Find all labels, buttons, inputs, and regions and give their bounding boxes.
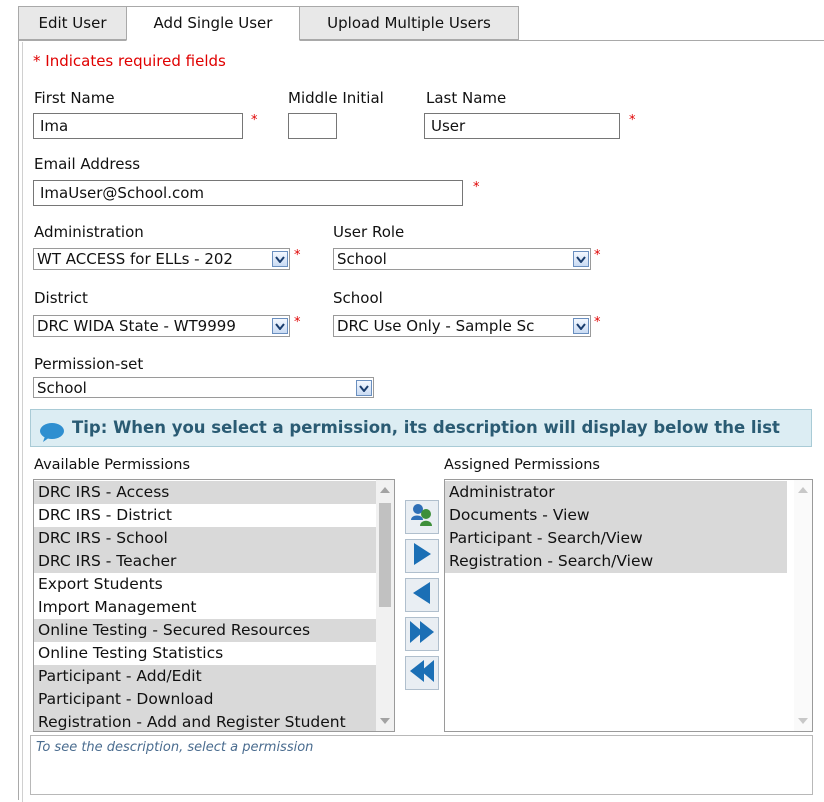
tab-edit-user[interactable]: Edit User <box>18 6 127 40</box>
assigned-list-scrollbar[interactable] <box>794 480 812 731</box>
list-item[interactable]: DRC IRS - District <box>34 504 394 527</box>
school-label: School <box>333 289 383 307</box>
chevron-down-icon[interactable] <box>272 318 288 334</box>
required-mark: * <box>594 248 601 263</box>
available-permissions-label: Available Permissions <box>34 457 191 473</box>
move-all-right-button[interactable] <box>405 617 439 651</box>
last-name-label: Last Name <box>426 89 507 107</box>
permission-set-label: Permission-set <box>34 355 144 373</box>
description-placeholder: To see the description, select a permiss… <box>36 740 314 755</box>
user-role-select-value: School <box>337 250 387 268</box>
scroll-down-arrow-icon[interactable] <box>380 718 390 724</box>
user-role-select[interactable]: School <box>333 248 591 270</box>
list-item[interactable]: Documents - View <box>445 504 787 527</box>
required-mark: * <box>294 248 301 263</box>
administration-label: Administration <box>34 223 144 241</box>
scroll-down-arrow-icon[interactable] <box>798 718 808 724</box>
email-label: Email Address <box>34 155 141 173</box>
first-name-label: First Name <box>34 89 115 107</box>
permission-set-select[interactable]: School <box>33 377 374 398</box>
list-item[interactable]: Registration - Search/View <box>445 550 787 573</box>
move-left-button[interactable] <box>405 578 439 612</box>
middle-initial-label: Middle Initial <box>288 89 384 107</box>
scroll-up-arrow-icon[interactable] <box>798 487 808 493</box>
tip-text: Tip: When you select a permission, its d… <box>72 418 780 437</box>
list-item[interactable]: Participant - Download <box>34 688 394 711</box>
list-item[interactable]: Administrator <box>445 481 787 504</box>
email-input[interactable] <box>33 180 463 206</box>
tab-add-single-user[interactable]: Add Single User <box>126 6 300 41</box>
first-name-input[interactable] <box>33 113 243 139</box>
scroll-up-arrow-icon[interactable] <box>380 487 390 493</box>
list-item[interactable]: Online Testing Statistics <box>34 642 394 665</box>
chevron-down-icon[interactable] <box>356 380 372 396</box>
double-arrow-left-icon <box>408 658 436 688</box>
list-item[interactable]: DRC IRS - Teacher <box>34 550 394 573</box>
last-name-input[interactable] <box>424 113 620 139</box>
assigned-permissions-label: Assigned Permissions <box>444 457 600 473</box>
district-select[interactable]: DRC WIDA State - WT9999 <box>33 315 290 337</box>
available-permissions-list[interactable]: DRC IRS - Access DRC IRS - District DRC … <box>33 479 395 732</box>
assigned-permissions-list[interactable]: Administrator Documents - View Participa… <box>444 479 813 732</box>
list-item[interactable]: Participant - Search/View <box>445 527 787 550</box>
list-item[interactable]: DRC IRS - School <box>34 527 394 550</box>
required-mark: * <box>473 180 480 195</box>
available-list-scrollbar[interactable] <box>376 480 394 731</box>
chevron-down-icon[interactable] <box>272 251 288 267</box>
list-item[interactable]: Online Testing - Secured Resources <box>34 619 394 642</box>
district-label: District <box>34 289 88 307</box>
chevron-down-icon[interactable] <box>573 251 589 267</box>
arrow-left-icon <box>411 580 433 610</box>
list-item[interactable]: Participant - Add/Edit <box>34 665 394 688</box>
list-item[interactable]: Export Students <box>34 573 394 596</box>
list-item[interactable]: Import Management <box>34 596 394 619</box>
list-item[interactable]: DRC IRS - Access <box>34 481 394 504</box>
move-all-left-button[interactable] <box>405 656 439 690</box>
add-group-button[interactable] <box>405 500 439 534</box>
add-group-icon <box>409 502 435 532</box>
required-mark: * <box>629 113 636 128</box>
required-fields-note: * Indicates required fields <box>33 52 226 70</box>
administration-select-value: WT ACCESS for ELLs - 202 <box>37 250 233 268</box>
district-select-value: DRC WIDA State - WT9999 <box>37 317 236 335</box>
speech-bubble-icon <box>39 419 65 455</box>
list-item[interactable]: Registration - Add and Register Student <box>34 711 394 731</box>
required-mark: * <box>594 315 601 330</box>
required-mark: * <box>294 315 301 330</box>
move-right-button[interactable] <box>405 539 439 573</box>
required-mark: * <box>251 113 258 128</box>
scrollbar-thumb[interactable] <box>379 503 391 607</box>
permission-set-select-value: School <box>37 379 87 397</box>
middle-initial-input[interactable] <box>288 113 337 139</box>
double-arrow-right-icon <box>408 619 436 649</box>
arrow-right-icon <box>411 541 433 571</box>
school-select-value: DRC Use Only - Sample Sc <box>337 317 535 335</box>
user-role-label: User Role <box>333 223 405 241</box>
tip-banner: Tip: When you select a permission, its d… <box>30 409 812 447</box>
tab-upload-multiple-users[interactable]: Upload Multiple Users <box>299 6 519 40</box>
permission-description-box: To see the description, select a permiss… <box>30 735 813 795</box>
administration-select[interactable]: WT ACCESS for ELLs - 202 <box>33 248 290 270</box>
school-select[interactable]: DRC Use Only - Sample Sc <box>333 315 591 337</box>
chevron-down-icon[interactable] <box>573 318 589 334</box>
